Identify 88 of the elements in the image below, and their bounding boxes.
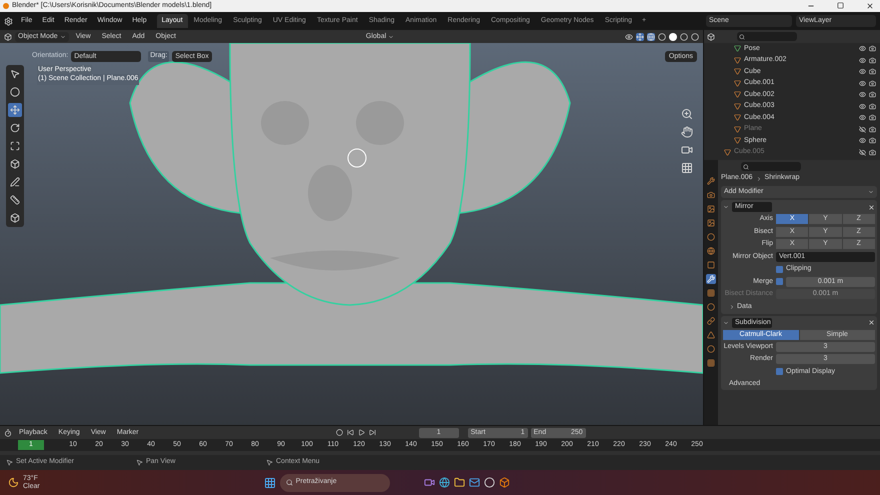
camera-icon[interactable] [869,102,876,110]
editor-type-icon[interactable] [4,428,12,436]
properties-search-field[interactable] [741,162,801,171]
camera-icon[interactable] [869,56,876,64]
eye-icon[interactable] [859,68,866,76]
tool-icon[interactable] [8,211,22,225]
collapsed-chevron-icon [729,304,735,310]
blender-menu-icon[interactable] [4,16,13,26]
visibility-icon[interactable] [625,32,633,40]
gizmo-icon[interactable] [636,32,644,40]
optimal-display-checkbox[interactable] [776,368,783,376]
blender-icon[interactable] [498,477,510,488]
properties-tab-icon[interactable] [706,232,716,242]
properties-tab-icon[interactable] [706,302,716,312]
mouse-icon [266,459,273,466]
search-icon [286,479,293,486]
properties-tab-icon[interactable] [706,330,716,340]
mouse-icon [6,459,13,466]
record-icon[interactable] [336,429,343,436]
folder-icon[interactable] [454,477,465,488]
camera-icon[interactable] [869,137,876,144]
jump-end-icon[interactable] [368,429,376,436]
zoom-icon[interactable] [681,108,693,120]
eye-icon[interactable] [859,137,866,144]
caret-icon [868,189,874,195]
rendered-shading-icon[interactable] [691,32,699,40]
mouse-icon [136,459,143,466]
camera-icon[interactable] [681,144,693,156]
camera-icon[interactable] [869,91,876,98]
browser-icon[interactable] [438,477,450,488]
remove-icon[interactable] [868,319,875,326]
properties-tab-icon[interactable] [706,316,716,326]
jump-start-icon[interactable] [346,429,354,436]
tool-icon[interactable] [8,175,22,189]
properties-tab-icon[interactable] [706,344,716,354]
material-shading-icon[interactable] [680,32,688,40]
properties-tab-icon[interactable] [706,218,716,228]
mail-icon[interactable] [468,477,480,488]
maximize-icon[interactable] [837,2,844,9]
meet-icon[interactable] [424,477,435,488]
moon-icon [8,477,19,488]
app-icon[interactable] [484,477,495,488]
properties-tab-icon[interactable] [706,190,716,200]
search-icon [739,34,745,40]
solid-shading-icon[interactable] [669,32,677,40]
wireframe-shading-icon[interactable] [658,32,666,40]
eye-icon[interactable] [859,91,866,98]
eye-icon[interactable] [859,45,866,52]
hand-icon[interactable] [681,126,693,138]
properties-tab-icon[interactable] [706,246,716,256]
tool-icon[interactable] [8,193,22,207]
eye-icon[interactable] [859,102,866,110]
outliner-search-field[interactable] [737,32,797,41]
search-icon [743,164,749,170]
start-icon[interactable] [264,476,276,488]
camera-icon[interactable] [869,126,876,133]
camera-icon[interactable] [869,80,876,87]
caret-icon [60,34,66,40]
properties-tab-icon[interactable] [706,176,716,186]
eye-closed-icon[interactable] [859,126,866,133]
camera-icon[interactable] [869,114,876,122]
camera-icon[interactable] [869,148,876,156]
tool-icon[interactable] [8,121,22,135]
collapse-icon[interactable] [723,204,729,210]
tool-icon[interactable] [8,85,22,99]
close-icon[interactable] [866,2,874,10]
caret-icon [388,34,394,40]
app-logo-icon [3,3,9,9]
collapse-icon[interactable] [723,320,729,326]
eye-icon[interactable] [859,80,866,87]
properties-tab-icon[interactable] [706,204,716,214]
eye-icon[interactable] [859,56,866,64]
editor-type-icon[interactable] [707,32,715,40]
merge-checkbox[interactable] [776,278,783,286]
breadcrumb-separator-icon [756,176,762,182]
editor-type-icon[interactable] [4,32,12,40]
camera-icon[interactable] [869,45,876,52]
clipping-checkbox[interactable] [776,266,783,273]
grid-icon[interactable] [681,162,693,174]
eye-icon[interactable] [859,114,866,122]
remove-icon[interactable] [868,204,875,210]
camera-icon[interactable] [869,68,876,76]
tool-icon[interactable] [8,139,22,153]
eye-closed-icon[interactable] [859,148,866,156]
tool-icon[interactable] [8,103,22,117]
tool-icon[interactable] [8,157,22,171]
overlay-icon[interactable] [647,32,655,40]
play-icon[interactable] [358,429,365,436]
